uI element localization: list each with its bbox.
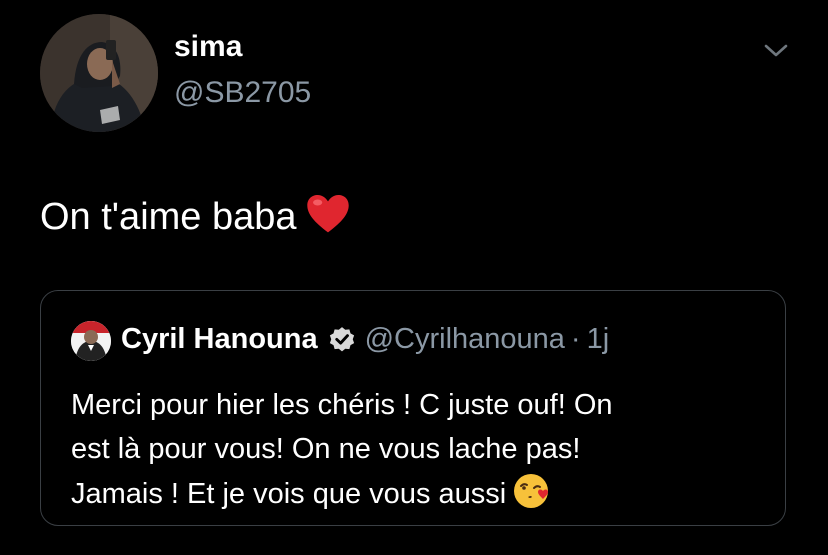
quoted-author-name[interactable]: Cyril Hanouna [121, 324, 318, 354]
quoted-tweet-card[interactable]: Cyril Hanouna @Cyrilhanouna · 1j Merci p… [40, 290, 786, 526]
avatar-photo [71, 321, 111, 361]
quoted-author-handle[interactable]: @Cyrilhanouna [365, 324, 565, 354]
chevron-down-icon[interactable] [760, 40, 792, 62]
avatar-photo [40, 14, 158, 132]
quoted-text-line-content: Jamais ! Et je vois que vous aussi [71, 478, 507, 510]
author-display-name[interactable]: sima [174, 32, 242, 62]
quoted-tweet-time[interactable]: 1j [587, 324, 610, 354]
quoted-tweet-text: Merci pour hier les chéris ! C juste ouf… [71, 383, 771, 524]
quoted-text-line: est là pour vous! On ne vous lache pas! [71, 433, 581, 465]
quoted-text-line: Merci pour hier les chéris ! C juste ouf… [71, 389, 613, 421]
verified-badge-icon [327, 324, 357, 354]
separator: · [570, 322, 581, 355]
quoted-tweet-header: Cyril Hanouna @Cyrilhanouna · 1j [121, 324, 609, 354]
red-heart-icon [305, 193, 351, 245]
tweet-text: On t'aime baba [40, 193, 351, 245]
author-avatar[interactable] [40, 14, 158, 132]
quoted-text-line-last: Jamais ! Et je vois que vous aussi [71, 471, 771, 524]
face-blowing-kiss-icon [512, 471, 552, 524]
quoted-author-avatar[interactable] [71, 321, 111, 361]
author-handle[interactable]: @SB2705 [174, 78, 311, 108]
tweet-text-content: On t'aime baba [40, 196, 297, 238]
